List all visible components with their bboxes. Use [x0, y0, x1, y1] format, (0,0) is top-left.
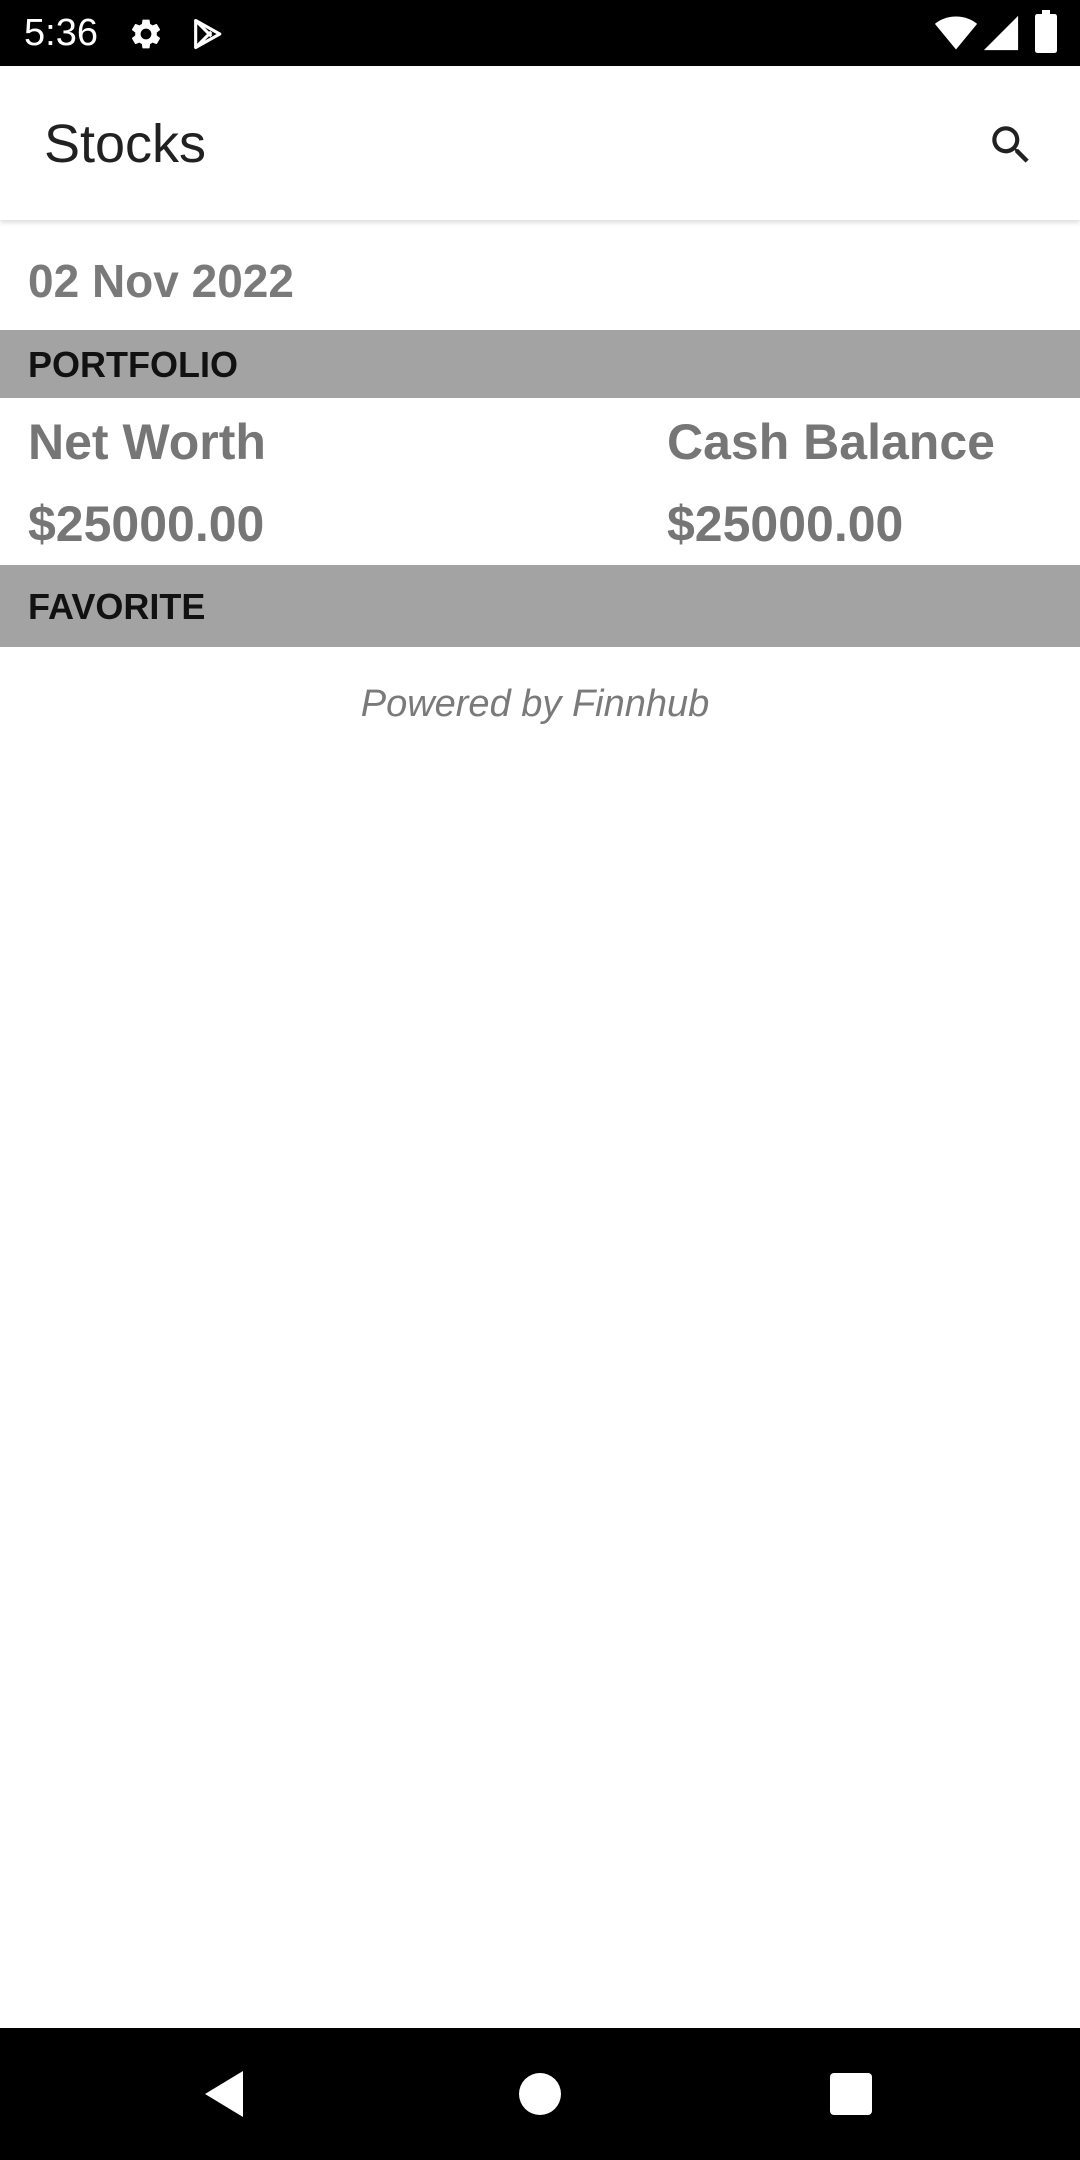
search-icon [992, 126, 1029, 163]
net-worth-label: Net Worth [28, 414, 266, 470]
net-worth-value: $25000.00 [28, 496, 265, 552]
cell-signal-icon [983, 15, 1019, 51]
recents-button[interactable] [806, 2049, 896, 2139]
current-date: 02 Nov 2022 [28, 255, 294, 307]
system-nav-bar [0, 2028, 1080, 2160]
favorite-section-header: FAVORITE [0, 565, 1080, 647]
cash-balance-label: Cash Balance [667, 414, 995, 470]
app-screen: 5:36 Stocks 02 Nov 2022 PORTFOLIO Net Wo… [0, 0, 1080, 2160]
recents-icon [830, 2073, 872, 2115]
home-button[interactable] [495, 2049, 585, 2139]
app-title: Stocks [44, 114, 207, 174]
search-button[interactable] [976, 110, 1046, 180]
battery-icon [1035, 10, 1057, 53]
play-store-icon [194, 18, 222, 50]
status-time: 5:36 [24, 12, 98, 54]
app-bar: Stocks [0, 66, 1080, 220]
favorite-header-label: FAVORITE [28, 586, 206, 627]
back-icon [205, 2071, 243, 2117]
cash-balance-value: $25000.00 [667, 496, 904, 552]
home-icon [519, 2073, 561, 2115]
powered-by-finnhub[interactable]: Powered by Finnhub [0, 680, 1070, 728]
status-bar: 5:36 [0, 0, 1080, 66]
portfolio-header-label: PORTFOLIO [28, 344, 238, 385]
back-button[interactable] [180, 2049, 270, 2139]
gear-icon [131, 19, 161, 49]
wifi-icon [934, 16, 978, 50]
portfolio-section-header: PORTFOLIO [0, 330, 1080, 398]
